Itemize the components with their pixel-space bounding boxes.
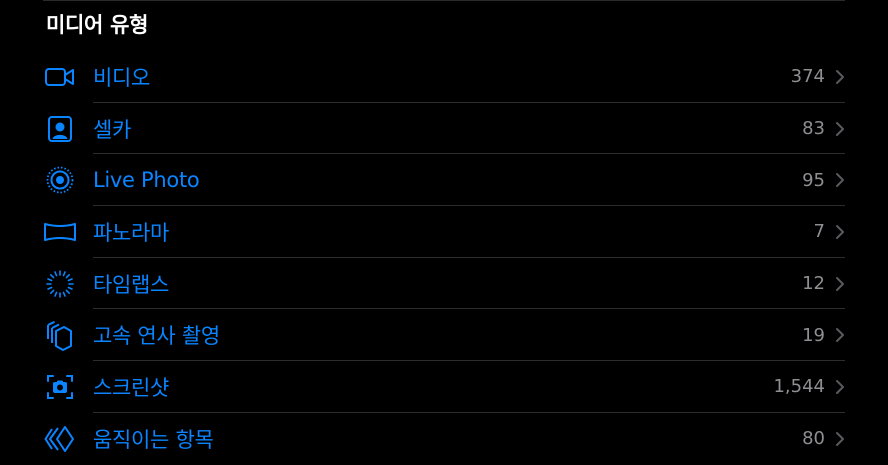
- media-type-count: 95: [802, 169, 825, 191]
- media-type-count: 19: [802, 324, 825, 346]
- media-type-row-burst[interactable]: 고속 연사 촬영 19: [0, 309, 888, 362]
- media-type-label: Live Photo: [93, 168, 200, 193]
- chevron-right-icon: [836, 276, 844, 291]
- panorama-icon: [44, 216, 76, 248]
- media-type-label: 스크린샷: [93, 375, 170, 400]
- media-type-count: 83: [802, 118, 825, 140]
- live-photo-icon: [44, 164, 76, 196]
- animated-icon: [44, 423, 76, 455]
- media-type-row-panorama[interactable]: 파노라마 7: [0, 206, 888, 258]
- media-type-label: 움직이는 항목: [93, 427, 214, 452]
- media-type-count: 374: [790, 66, 825, 88]
- media-type-row-timelapse[interactable]: 타임랩스 12: [0, 258, 888, 310]
- media-type-label: 셀카: [93, 117, 132, 142]
- media-type-row-video[interactable]: 비디오 374: [0, 51, 888, 103]
- section-title: 미디어 유형: [46, 13, 149, 37]
- chevron-right-icon: [836, 69, 844, 84]
- chevron-right-icon: [836, 173, 844, 188]
- media-types-list: 비디오 374 셀카 83 Live Photo 95 파노라마 7 타임랩스 …: [0, 51, 888, 465]
- chevron-right-icon: [836, 379, 844, 394]
- chevron-right-icon: [836, 121, 844, 136]
- media-type-label: 타임랩스: [93, 272, 170, 297]
- media-type-row-screenshot[interactable]: 스크린샷 1,544: [0, 361, 888, 413]
- chevron-right-icon: [836, 431, 844, 446]
- chevron-right-icon: [836, 328, 844, 343]
- media-type-row-animated[interactable]: 움직이는 항목 80: [0, 413, 888, 465]
- media-type-row-selfie[interactable]: 셀카 83: [0, 103, 888, 155]
- top-divider: [43, 0, 845, 1]
- media-type-label: 파노라마: [93, 220, 170, 245]
- screenshot-icon: [44, 371, 76, 403]
- video-camera-icon: [44, 61, 76, 93]
- media-type-count: 7: [813, 221, 825, 243]
- chevron-right-icon: [836, 224, 844, 239]
- burst-icon: [44, 319, 76, 352]
- media-type-label: 비디오: [93, 65, 151, 90]
- timelapse-icon: [44, 268, 76, 300]
- media-type-count: 1,544: [773, 376, 825, 398]
- media-type-count: 12: [802, 273, 825, 295]
- selfie-portrait-icon: [44, 113, 76, 145]
- media-type-label: 고속 연사 촬영: [93, 324, 220, 349]
- media-type-count: 80: [802, 428, 825, 450]
- media-type-row-live-photo[interactable]: Live Photo 95: [0, 154, 888, 207]
